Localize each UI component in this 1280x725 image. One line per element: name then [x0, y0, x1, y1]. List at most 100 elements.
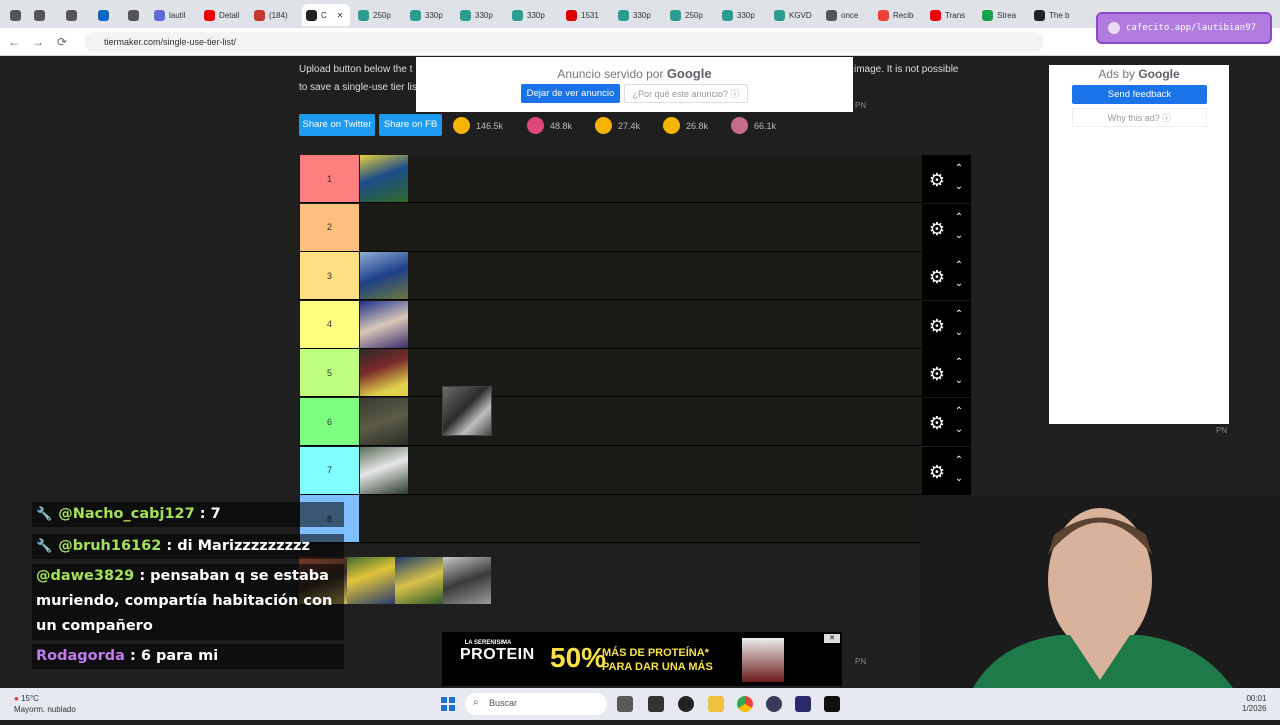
browser-tab[interactable]: 1531: [562, 4, 608, 26]
browser-tab[interactable]: 250p: [666, 4, 712, 26]
tier-image[interactable]: [360, 155, 408, 202]
reload-icon[interactable]: ⟳: [54, 34, 70, 50]
app-icon[interactable]: [795, 696, 811, 712]
weather-widget[interactable]: ● 15°C Mayorm. nublado: [14, 693, 76, 715]
file-explorer-icon[interactable]: [708, 696, 724, 712]
chevron-down-icon[interactable]: ⌄: [952, 375, 966, 387]
tab-label: 330p: [737, 10, 755, 20]
chevron-down-icon[interactable]: ⌄: [952, 473, 966, 485]
tier-label[interactable]: 5: [300, 349, 359, 397]
task-view-icon[interactable]: [617, 696, 633, 712]
gear-icon[interactable]: ⚙: [926, 461, 948, 483]
app-icon[interactable]: [648, 696, 664, 712]
browser-tab[interactable]: 330p: [406, 4, 452, 26]
browser-tab[interactable]: once: [822, 4, 868, 26]
taskbar-search[interactable]: ⌕ Buscar: [465, 693, 607, 715]
browser-tab[interactable]: The b: [1030, 4, 1074, 26]
send-feedback-button[interactable]: Send feedback: [1072, 85, 1207, 104]
gear-icon[interactable]: ⚙: [926, 169, 948, 191]
browser-tab[interactable]: Strea: [978, 4, 1024, 26]
browser-tab[interactable]: 330p: [718, 4, 764, 26]
chevron-down-icon[interactable]: ⌄: [952, 181, 966, 193]
browser-tab[interactable]: Trans: [926, 4, 972, 26]
forward-icon[interactable]: →: [30, 34, 46, 50]
tier-label[interactable]: 3: [300, 252, 359, 300]
share-facebook-button[interactable]: Share on FB: [379, 114, 442, 136]
tier-image[interactable]: [360, 349, 408, 397]
browser-tab[interactable]: C ✕: [302, 4, 350, 26]
gear-icon[interactable]: ⚙: [926, 218, 948, 240]
chevron-up-icon[interactable]: ⌃: [952, 406, 966, 418]
tab-label: lautil: [169, 10, 186, 20]
browser-tab[interactable]: 250p: [354, 4, 400, 26]
tab-favicon-icon: [722, 9, 733, 21]
gear-icon[interactable]: ⚙: [926, 412, 948, 434]
product-image: [742, 638, 784, 682]
browser-tab[interactable]: 330p: [508, 4, 556, 26]
tab-label: 330p: [527, 10, 545, 20]
pool-image[interactable]: [443, 557, 491, 604]
chevron-down-icon[interactable]: ⌄: [952, 424, 966, 436]
reaction-count: 26.8k: [686, 120, 709, 131]
gear-icon[interactable]: ⚙: [926, 315, 948, 337]
tab-favicon-icon: [154, 9, 165, 21]
tier-items: [360, 495, 922, 543]
chevron-up-icon[interactable]: ⌃: [952, 455, 966, 467]
reaction-button[interactable]: 146.5k: [453, 117, 503, 134]
reaction-count: 48.8k: [550, 120, 573, 131]
address-bar[interactable]: tiermaker.com/single-use-tier-list/: [84, 32, 1044, 52]
browser-tab[interactable]: [124, 4, 146, 26]
tier-image[interactable]: [360, 446, 408, 494]
pool-image[interactable]: [395, 557, 443, 604]
chevron-up-icon[interactable]: ⌃: [952, 212, 966, 224]
chevron-up-icon[interactable]: ⌃: [952, 309, 966, 321]
tab-close-icon[interactable]: ✕: [337, 11, 344, 20]
why-this-ad-link[interactable]: Why this ad? ⓘ: [1072, 108, 1207, 127]
chevron-up-icon[interactable]: ⌃: [952, 163, 966, 175]
tier-label[interactable]: 7: [300, 446, 359, 494]
browser-tab[interactable]: 330p: [456, 4, 502, 26]
browser-tab[interactable]: [94, 4, 122, 26]
browser-tab[interactable]: 330p: [614, 4, 660, 26]
chevron-down-icon[interactable]: ⌄: [952, 278, 966, 290]
reaction-button[interactable]: 27.4k: [595, 117, 640, 134]
tier-label[interactable]: 4: [300, 300, 359, 348]
browser-tab[interactable]: [30, 4, 58, 26]
chevron-down-icon[interactable]: ⌄: [952, 230, 966, 242]
tier-label[interactable]: 6: [300, 398, 359, 445]
tier-label[interactable]: 2: [300, 203, 359, 251]
reaction-button[interactable]: 26.8k: [663, 117, 708, 134]
chevron-up-icon[interactable]: ⌃: [952, 357, 966, 369]
chevron-up-icon[interactable]: ⌃: [952, 260, 966, 272]
dragging-image[interactable]: [443, 387, 491, 435]
pool-image[interactable]: [347, 557, 395, 604]
stop-ad-button[interactable]: Dejar de ver anuncio: [521, 84, 620, 103]
obs-icon[interactable]: [678, 696, 694, 712]
ad-close-icon[interactable]: ✕: [824, 634, 840, 643]
share-twitter-button[interactable]: Share on Twitter: [299, 114, 375, 136]
app-icon[interactable]: [766, 696, 782, 712]
chat-text: : 6 para mi: [124, 648, 219, 664]
windows-start-icon[interactable]: [441, 697, 455, 711]
tier-image[interactable]: [360, 252, 408, 300]
browser-tab[interactable]: [6, 4, 28, 26]
browser-tab[interactable]: Recib: [874, 4, 920, 26]
browser-tab[interactable]: Detall: [200, 4, 244, 26]
app-icon[interactable]: [824, 696, 840, 712]
chrome-icon[interactable]: [737, 696, 753, 712]
back-icon[interactable]: ←: [6, 34, 22, 50]
reaction-button[interactable]: 66.1k: [731, 117, 776, 134]
bottom-ad-banner[interactable]: LA SERENISIMA PROTEIN 50% MÁS DE PROTEÍN…: [442, 632, 842, 686]
tier-image[interactable]: [360, 398, 408, 445]
gear-icon[interactable]: ⚙: [926, 266, 948, 288]
chevron-down-icon[interactable]: ⌄: [952, 327, 966, 339]
reaction-button[interactable]: 48.8k: [527, 117, 572, 134]
tier-label[interactable]: 1: [300, 155, 359, 202]
browser-tab[interactable]: [62, 4, 90, 26]
browser-tab[interactable]: KGVD: [770, 4, 816, 26]
browser-tab[interactable]: lautil: [150, 4, 194, 26]
why-this-ad-button[interactable]: ¿Por qué este anuncio? ⓘ: [624, 84, 748, 103]
tier-image[interactable]: [360, 300, 408, 348]
browser-tab[interactable]: (184): [250, 4, 294, 26]
gear-icon[interactable]: ⚙: [926, 363, 948, 385]
